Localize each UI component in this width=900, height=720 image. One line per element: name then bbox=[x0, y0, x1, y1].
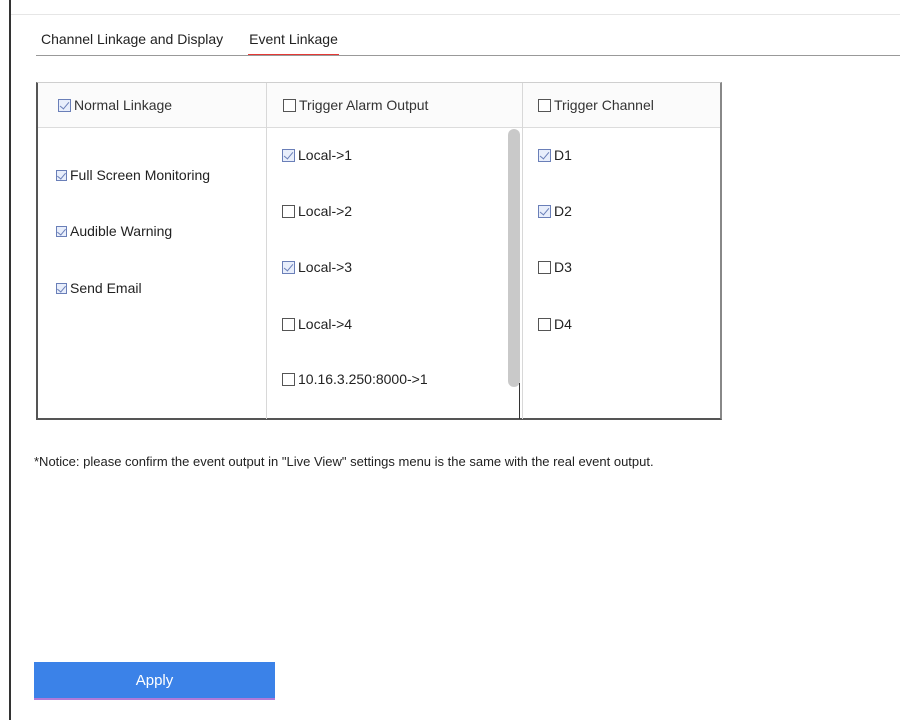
d2-checkbox[interactable] bbox=[538, 204, 551, 218]
column-divider bbox=[266, 83, 267, 419]
left-border bbox=[9, 0, 11, 720]
d4-checkbox[interactable] bbox=[538, 317, 551, 331]
item-label: Send Email bbox=[70, 280, 142, 296]
trigger-alarm-output-select-all-checkbox[interactable] bbox=[283, 98, 296, 112]
item-label: D3 bbox=[554, 259, 572, 275]
header-trigger-channel: Trigger Channel bbox=[538, 83, 654, 127]
list-item-full-screen-monitoring[interactable]: Full Screen Monitoring bbox=[56, 167, 210, 183]
notice-text: *Notice: please confirm the event output… bbox=[34, 454, 654, 469]
full-screen-monitoring-checkbox[interactable] bbox=[56, 169, 67, 181]
list-item-d3[interactable]: D3 bbox=[538, 259, 572, 275]
item-label: D2 bbox=[554, 203, 572, 219]
local-2-checkbox[interactable] bbox=[282, 204, 295, 218]
top-divider bbox=[11, 14, 900, 15]
ip-output-1-checkbox[interactable] bbox=[282, 372, 295, 386]
audible-warning-checkbox[interactable] bbox=[56, 225, 67, 237]
column-divider bbox=[522, 83, 523, 419]
list-item-local-1[interactable]: Local->1 bbox=[282, 147, 352, 163]
list-item-local-2[interactable]: Local->2 bbox=[282, 203, 352, 219]
send-email-checkbox[interactable] bbox=[56, 282, 67, 294]
item-label: Full Screen Monitoring bbox=[70, 167, 211, 183]
item-label: Local->3 bbox=[298, 259, 353, 275]
list-item-d4[interactable]: D4 bbox=[538, 316, 572, 332]
list-item-ip-output-1[interactable]: 10.16.3.250:8000->1 bbox=[282, 371, 428, 387]
tab-bar: Channel Linkage and Display Event Linkag… bbox=[40, 28, 339, 56]
alarm-output-scrollbar[interactable] bbox=[508, 129, 520, 387]
header-normal-linkage: Normal Linkage bbox=[58, 83, 172, 127]
item-label: 10.16.3.250:8000->1 bbox=[298, 371, 428, 387]
d1-checkbox[interactable] bbox=[538, 148, 551, 162]
item-label: D1 bbox=[554, 147, 572, 163]
list-item-local-4[interactable]: Local->4 bbox=[282, 316, 352, 332]
local-4-checkbox[interactable] bbox=[282, 317, 295, 331]
tab-channel-linkage[interactable]: Channel Linkage and Display bbox=[40, 28, 224, 52]
header-label: Trigger Channel bbox=[554, 97, 654, 113]
item-label: Local->4 bbox=[298, 316, 353, 332]
item-label: Local->2 bbox=[298, 203, 353, 219]
list-item-send-email[interactable]: Send Email bbox=[56, 280, 142, 296]
apply-button[interactable]: Apply bbox=[34, 662, 275, 700]
local-1-checkbox[interactable] bbox=[282, 148, 295, 162]
list-item-d1[interactable]: D1 bbox=[538, 147, 572, 163]
trigger-channel-select-all-checkbox[interactable] bbox=[538, 98, 551, 112]
header-label: Normal Linkage bbox=[74, 97, 173, 113]
scroll-divider bbox=[519, 383, 520, 419]
list-item-audible-warning[interactable]: Audible Warning bbox=[56, 223, 172, 239]
list-item-d2[interactable]: D2 bbox=[538, 203, 572, 219]
header-label: Trigger Alarm Output bbox=[299, 97, 429, 113]
item-label: Local->1 bbox=[298, 147, 353, 163]
local-3-checkbox[interactable] bbox=[282, 260, 295, 274]
header-trigger-alarm-output: Trigger Alarm Output bbox=[283, 83, 428, 127]
tab-event-linkage[interactable]: Event Linkage bbox=[248, 28, 339, 56]
event-linkage-page: Channel Linkage and Display Event Linkag… bbox=[0, 0, 900, 720]
list-item-local-3[interactable]: Local->3 bbox=[282, 259, 352, 275]
linkage-table: Normal Linkage Trigger Alarm Output Trig… bbox=[36, 82, 722, 420]
tab-divider bbox=[36, 55, 900, 56]
d3-checkbox[interactable] bbox=[538, 260, 551, 274]
normal-linkage-select-all-checkbox[interactable] bbox=[58, 98, 71, 112]
item-label: Audible Warning bbox=[70, 223, 173, 239]
item-label: D4 bbox=[554, 316, 572, 332]
